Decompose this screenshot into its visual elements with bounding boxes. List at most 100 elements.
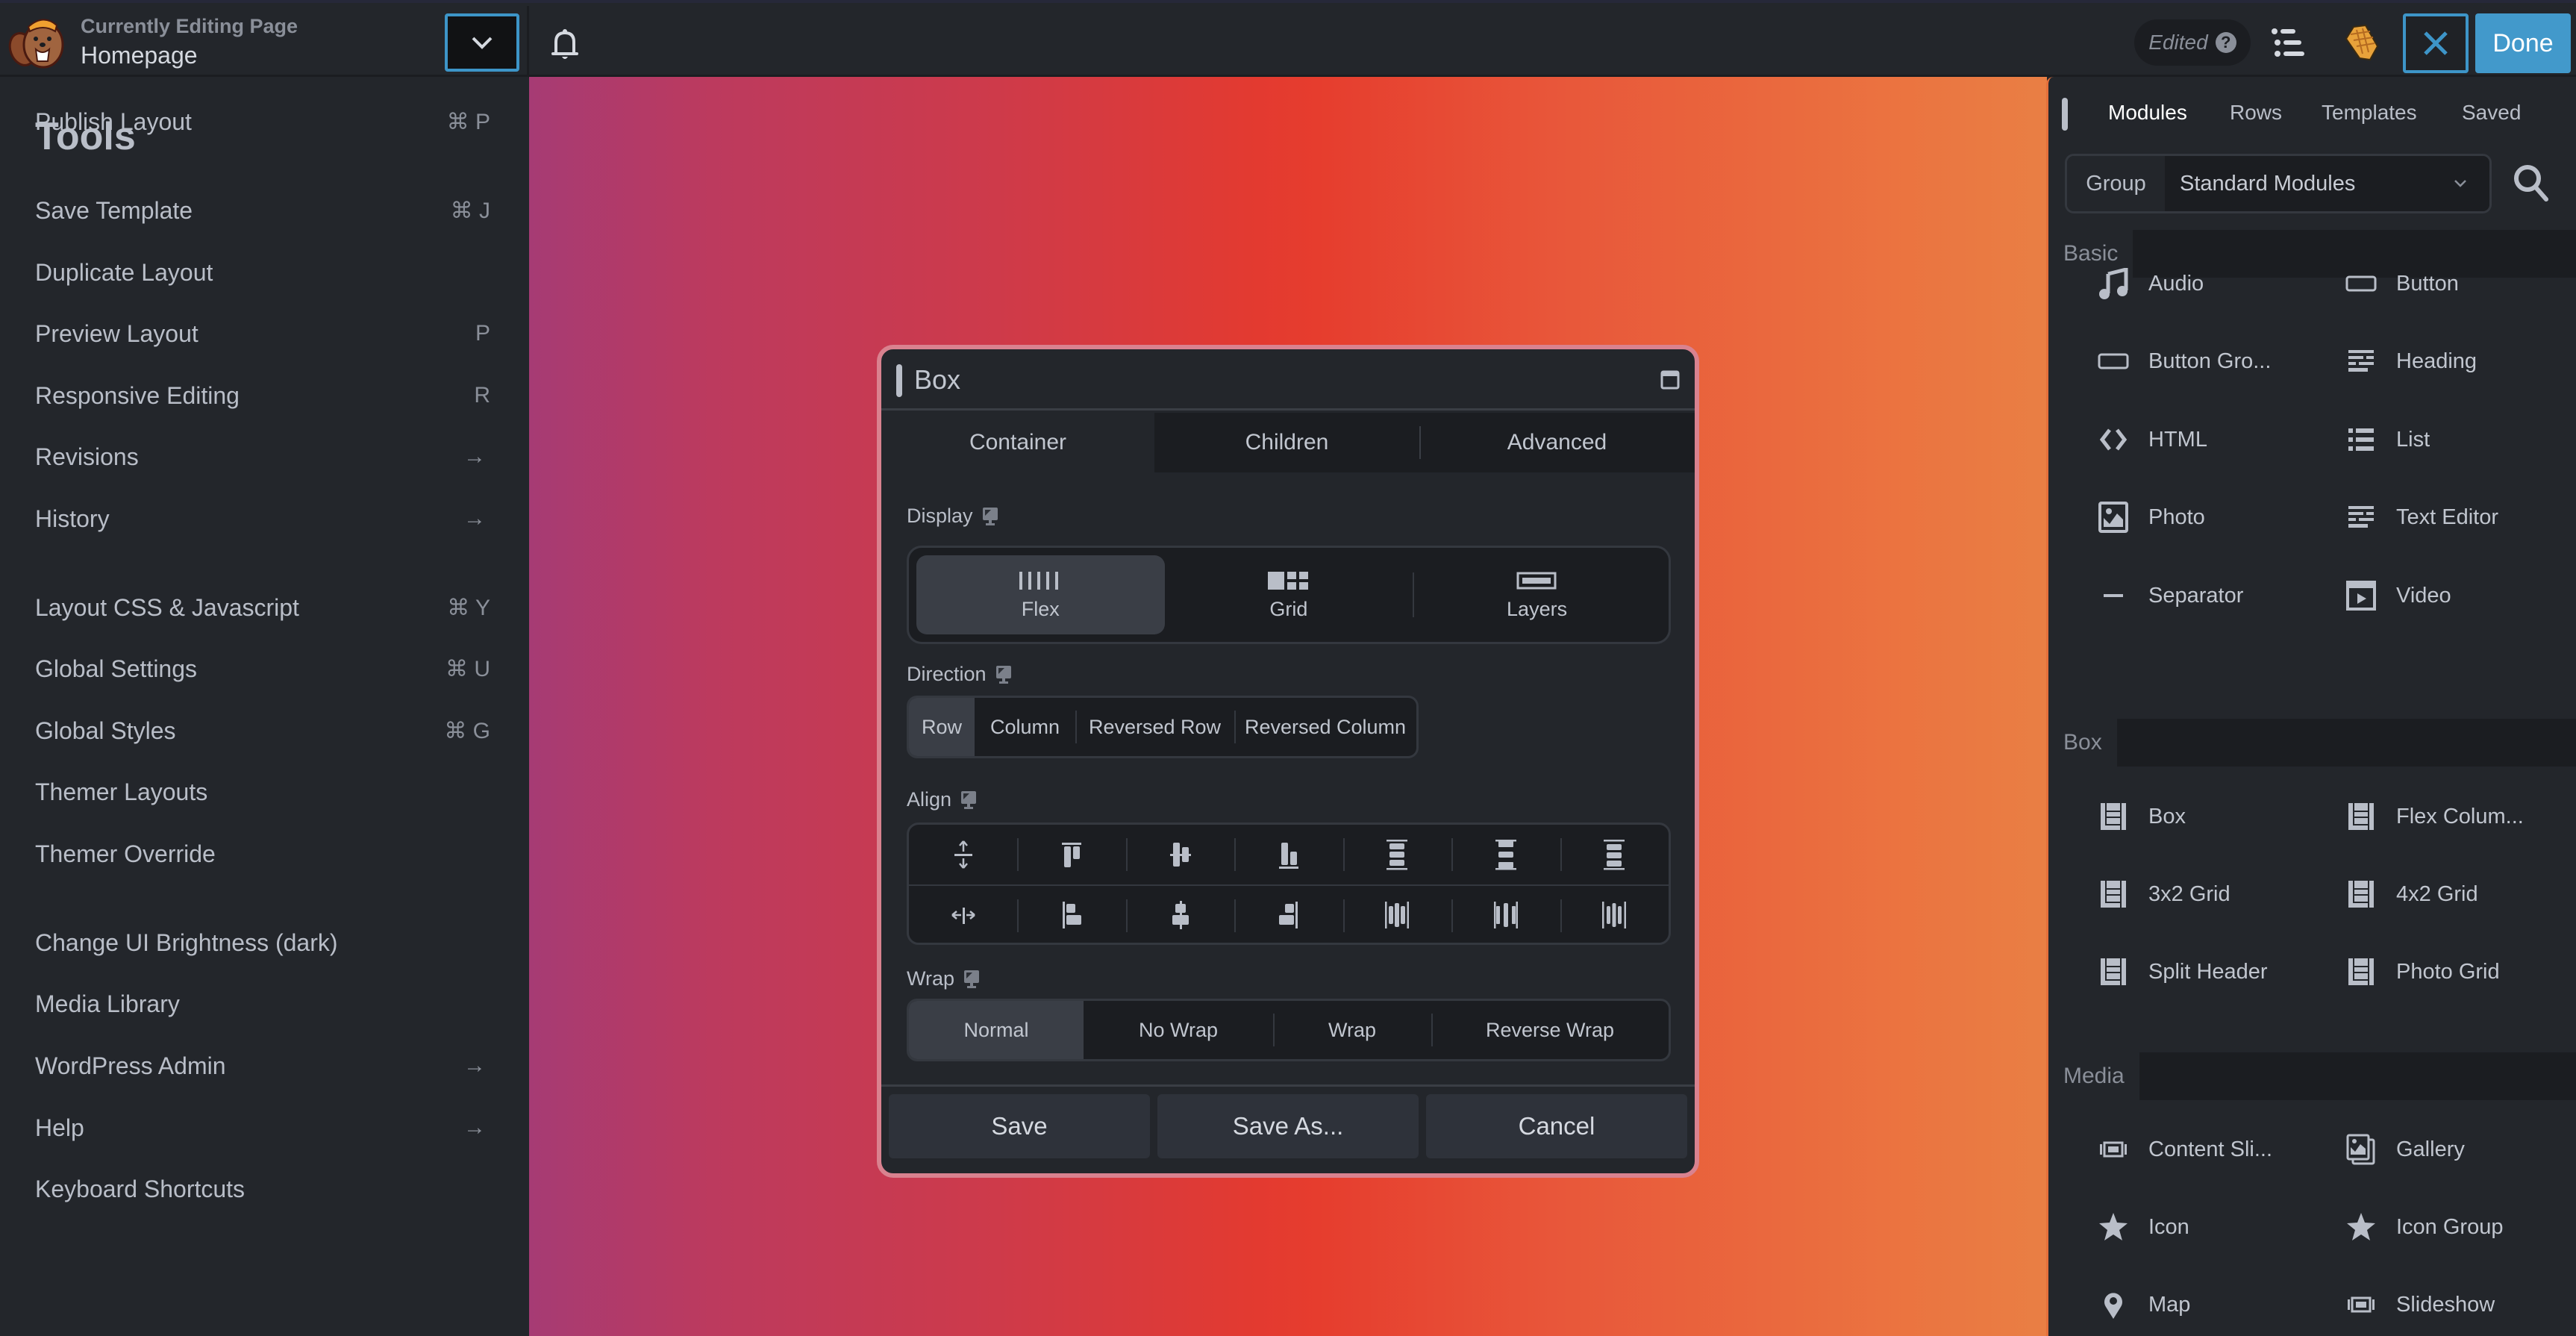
module-item[interactable]: HTML (2098, 417, 2207, 462)
align-option[interactable] (1234, 886, 1342, 944)
align-option[interactable] (1451, 886, 1560, 944)
tool-item[interactable]: WordPress Admin → (35, 1043, 490, 1088)
module-item[interactable]: Button Gro... (2098, 339, 2271, 384)
wrap-option-wrap[interactable]: Wrap (1273, 1001, 1431, 1059)
direction-option-reversed-column[interactable]: Reversed Column (1234, 698, 1416, 756)
align-option[interactable] (1017, 825, 1125, 884)
tab-modules[interactable]: Modules (2108, 101, 2187, 125)
tool-item[interactable]: Revisions → (35, 434, 490, 479)
page-menu-dropdown[interactable] (445, 13, 519, 72)
editing-context-label: Currently Editing Page (81, 15, 298, 37)
module-item[interactable]: 4x2 Grid (2345, 872, 2478, 917)
align-option[interactable] (909, 886, 1017, 944)
align-option[interactable] (1234, 825, 1342, 884)
search-icon (2514, 165, 2548, 202)
dialog-header[interactable]: Box (881, 349, 1695, 411)
direction-option-row[interactable]: Row (909, 698, 975, 756)
edit-mode-button[interactable] (2343, 24, 2380, 61)
tab-rows[interactable]: Rows (2230, 101, 2282, 125)
responsive-desktop-icon[interactable] (995, 665, 1012, 684)
tab-templates[interactable]: Templates (2322, 101, 2417, 125)
search-button[interactable] (2513, 163, 2550, 204)
align-option[interactable] (1017, 886, 1125, 944)
tool-item[interactable]: Change UI Brightness (dark) (35, 920, 490, 965)
responsive-desktop-icon[interactable] (960, 790, 977, 810)
module-item[interactable]: Icon Group (2345, 1205, 2503, 1249)
module-item[interactable]: Photo (2098, 495, 2205, 540)
module-item[interactable]: Button (2345, 261, 2459, 306)
responsive-desktop-icon[interactable] (963, 970, 980, 989)
align-option[interactable] (1451, 825, 1560, 884)
tool-item[interactable]: Save Template ⌘ J (35, 188, 490, 233)
outline-panel-button[interactable] (2269, 25, 2307, 60)
align-option[interactable] (1342, 825, 1451, 884)
tool-item[interactable]: Duplicate Layout (35, 250, 490, 295)
display-option-flex[interactable]: Flex (916, 555, 1165, 634)
module-item[interactable]: Separator (2098, 573, 2243, 618)
align-option[interactable] (1560, 825, 1669, 884)
save-as-button[interactable]: Save As... (1157, 1094, 1419, 1158)
wrap-option-no-wrap[interactable]: No Wrap (1084, 1001, 1273, 1059)
tab-advanced[interactable]: Advanced (1419, 413, 1695, 472)
module-item[interactable]: 3x2 Grid (2098, 872, 2230, 917)
module-item[interactable]: Icon (2098, 1205, 2189, 1249)
align-option[interactable] (1125, 886, 1234, 944)
close-button[interactable] (2403, 13, 2469, 73)
module-item[interactable]: Audio (2098, 261, 2204, 306)
tool-item[interactable]: Layout CSS & Javascript ⌘ Y (35, 585, 490, 630)
tab-container[interactable]: Container (881, 413, 1154, 472)
tab-children[interactable]: Children (1154, 413, 1419, 472)
direction-option-reversed-row[interactable]: Reversed Row (1075, 698, 1234, 756)
module-item[interactable]: List (2345, 417, 2430, 462)
tool-item[interactable]: Global Settings ⌘ U (35, 646, 490, 691)
direction-option-column[interactable]: Column (975, 698, 1075, 756)
display-option-grid[interactable]: Grid (1165, 555, 1413, 634)
align-option[interactable] (1560, 886, 1669, 944)
edited-status-badge[interactable]: Edited ? (2134, 19, 2251, 66)
tool-item[interactable]: Keyboard Shortcuts (35, 1167, 490, 1211)
module-item[interactable]: Content Sli... (2098, 1127, 2272, 1172)
tool-item[interactable]: Themer Override (35, 831, 490, 876)
tool-item[interactable]: History → (35, 496, 490, 541)
save-button[interactable]: Save (889, 1094, 1150, 1158)
module-item[interactable]: Split Header (2098, 949, 2268, 994)
tool-item[interactable]: Responsive Editing R (35, 373, 490, 418)
align-option[interactable] (1342, 886, 1451, 944)
horizontal-align-row (909, 884, 1669, 944)
wrap-option-normal[interactable]: Normal (909, 1001, 1084, 1059)
responsive-desktop-icon[interactable] (982, 507, 998, 526)
tool-item[interactable]: Preview Layout P (35, 311, 490, 356)
space-evenly-horizontal-icon (1602, 902, 1627, 928)
tool-item[interactable]: Media Library (35, 981, 490, 1026)
tool-item[interactable]: Help → (35, 1105, 490, 1150)
bell-icon (551, 29, 578, 59)
module-item[interactable]: Map (2098, 1282, 2190, 1327)
display-option-layers[interactable]: Layers (1413, 555, 1661, 634)
align-option[interactable] (909, 825, 1017, 884)
module-item[interactable]: Video (2345, 573, 2451, 618)
tool-item[interactable]: Themer Layouts (35, 770, 490, 814)
beaver-logo-icon[interactable] (6, 10, 72, 73)
tool-item[interactable]: Global Styles ⌘ G (35, 708, 490, 753)
maximize-icon[interactable] (1660, 370, 1680, 390)
drag-handle-icon[interactable] (896, 364, 902, 397)
group-select-value[interactable]: Standard Modules (2165, 156, 2489, 211)
tool-item[interactable]: Publish Layout ⌘ P (35, 99, 490, 144)
align-option[interactable] (1125, 825, 1234, 884)
module-item[interactable]: Heading (2345, 339, 2477, 384)
module-item[interactable]: Box (2098, 794, 2186, 839)
module-item[interactable]: Text Editor (2345, 495, 2498, 540)
wrap-option-reverse-wrap[interactable]: Reverse Wrap (1431, 1001, 1669, 1059)
tab-saved[interactable]: Saved (2462, 101, 2521, 125)
module-item[interactable]: Photo Grid (2345, 949, 2500, 994)
module-item[interactable]: Gallery (2345, 1127, 2465, 1172)
tool-item-label: Duplicate Layout (35, 258, 213, 286)
slider-icon (2345, 1289, 2377, 1320)
cancel-button[interactable]: Cancel (1426, 1094, 1687, 1158)
drag-handle-icon[interactable] (2062, 98, 2068, 131)
module-item[interactable]: Flex Colum... (2345, 794, 2524, 839)
done-button[interactable]: Done (2475, 13, 2571, 73)
module-item[interactable]: Slideshow (2345, 1282, 2495, 1327)
notifications-button[interactable] (548, 28, 581, 61)
module-group-select[interactable]: Group Standard Modules (2065, 154, 2492, 213)
